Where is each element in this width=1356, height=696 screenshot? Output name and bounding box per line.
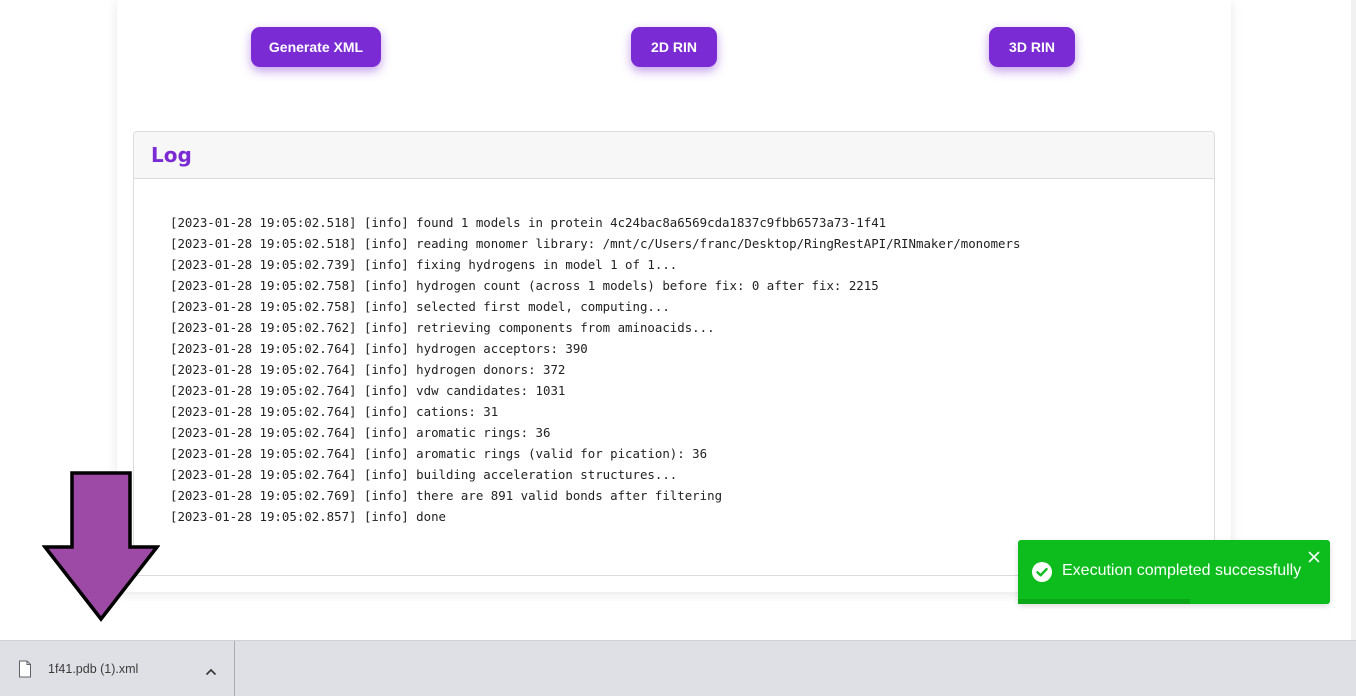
log-panel: Log [2023-01-28 19:05:02.518] [info] fou… (133, 131, 1215, 576)
page-scrollbar[interactable] (1351, 0, 1356, 640)
log-line: [2023-01-28 19:05:02.764] [info] cations… (170, 404, 499, 419)
log-line: [2023-01-28 19:05:02.769] [info] there a… (170, 488, 723, 503)
log-line: [2023-01-28 19:05:02.857] [info] done (170, 509, 447, 524)
page: Generate XML 2D RIN 3D RIN Log [2023-01-… (0, 0, 1356, 696)
check-circle-icon (1032, 562, 1052, 582)
close-icon[interactable] (1307, 550, 1321, 564)
download-file-name[interactable]: 1f41.pdb (1).xml (48, 662, 138, 676)
log-line: [2023-01-28 19:05:02.518] [info] reading… (170, 236, 1021, 251)
log-line: [2023-01-28 19:05:02.764] [info] hydroge… (170, 341, 588, 356)
success-toast: Execution completed successfully (1018, 540, 1330, 604)
chevron-up-icon[interactable] (205, 664, 217, 682)
log-line: [2023-01-28 19:05:02.518] [info] found 1… (170, 215, 887, 230)
log-line: [2023-01-28 19:05:02.758] [info] hydroge… (170, 278, 879, 293)
log-line: [2023-01-28 19:05:02.764] [info] aromati… (170, 446, 708, 461)
log-line: [2023-01-28 19:05:02.764] [info] buildin… (170, 467, 678, 482)
log-line: [2023-01-28 19:05:02.764] [info] aromati… (170, 425, 551, 440)
download-item[interactable]: 1f41.pdb (1).xml (0, 641, 235, 696)
download-bar: 1f41.pdb (1).xml (0, 640, 1356, 696)
toast-progress-bar (1018, 599, 1190, 604)
log-line: [2023-01-28 19:05:02.764] [info] vdw can… (170, 383, 566, 398)
down-arrow-icon (41, 471, 161, 628)
log-header: Log (134, 132, 1214, 179)
log-title: Log (151, 143, 192, 167)
main-card: Generate XML 2D RIN 3D RIN Log [2023-01-… (117, 0, 1231, 592)
rin-3d-button[interactable]: 3D RIN (989, 27, 1075, 67)
log-output: [2023-01-28 19:05:02.518] [info] found 1… (170, 212, 1204, 527)
log-line: [2023-01-28 19:05:02.764] [info] hydroge… (170, 362, 566, 377)
generate-xml-button[interactable]: Generate XML (251, 27, 381, 67)
rin-2d-button[interactable]: 2D RIN (631, 27, 717, 67)
log-line: [2023-01-28 19:05:02.739] [info] fixing … (170, 257, 678, 272)
toast-message: Execution completed successfully (1062, 562, 1302, 579)
log-line: [2023-01-28 19:05:02.758] [info] selecte… (170, 299, 670, 314)
log-line: [2023-01-28 19:05:02.762] [info] retriev… (170, 320, 715, 335)
file-icon (18, 660, 32, 683)
